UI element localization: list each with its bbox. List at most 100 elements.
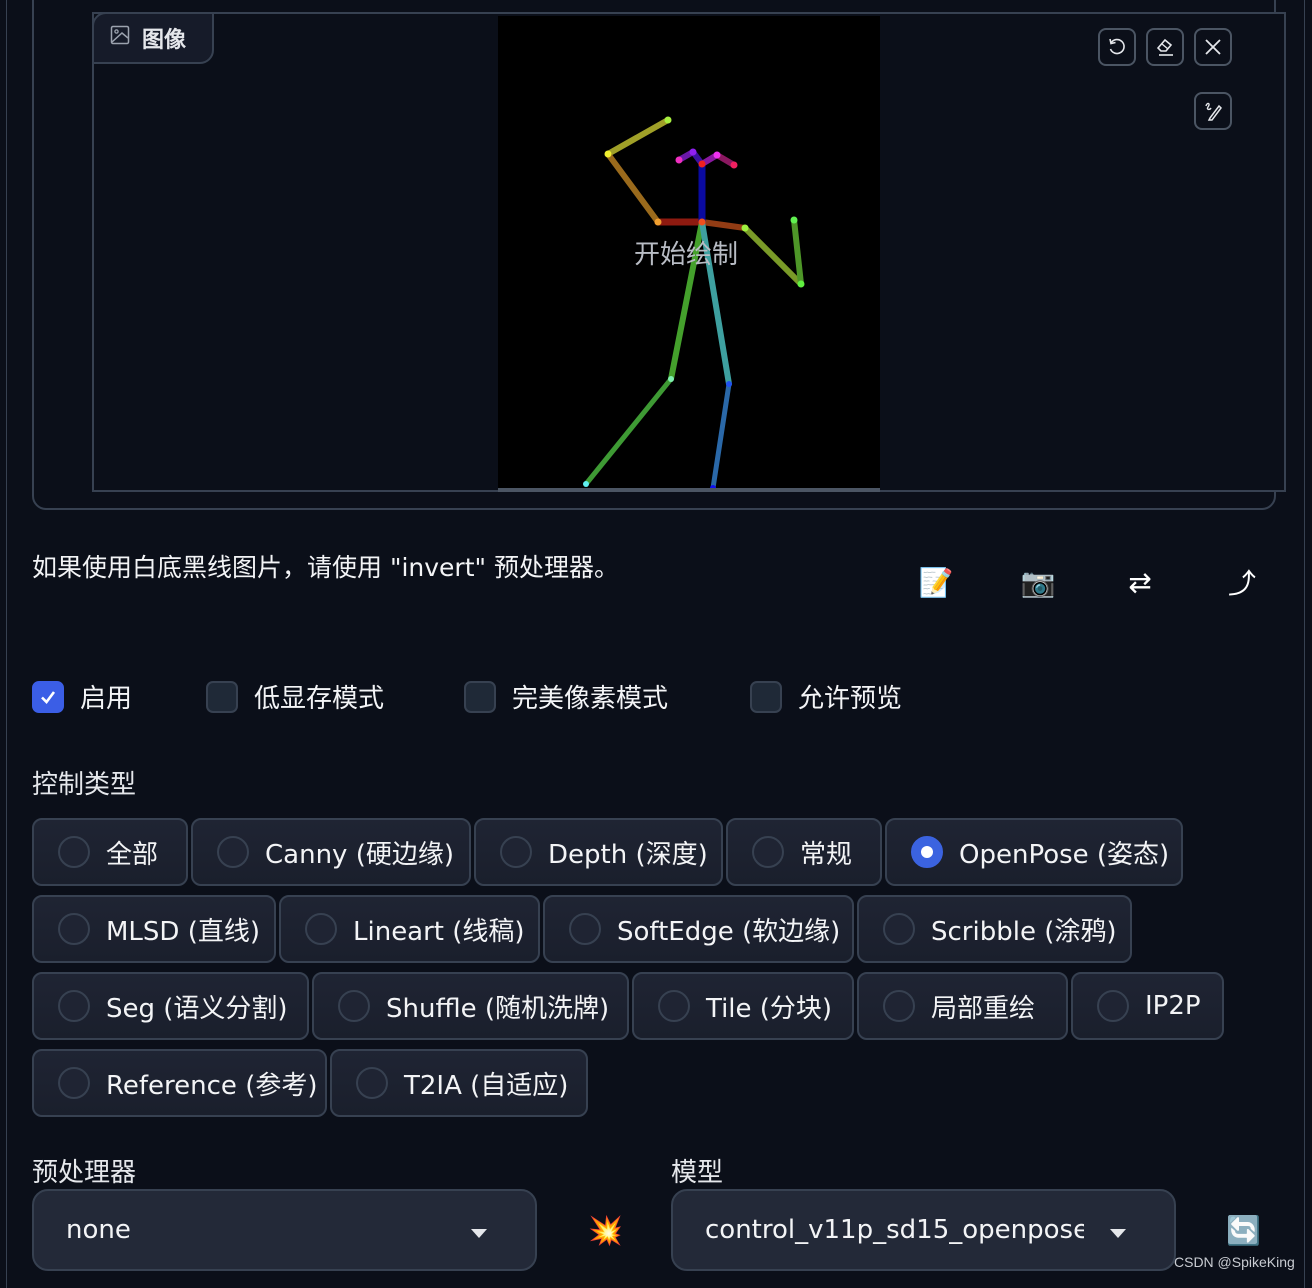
pixel-perfect-checkbox[interactable]: 完美像素模式	[464, 678, 668, 715]
radio-circle[interactable]	[217, 836, 249, 868]
model-value: control_v11p_sd15_openpose [ca	[705, 1215, 1084, 1245]
page-right-border	[1304, 0, 1305, 1288]
radio-label: 常规	[800, 839, 853, 870]
radio-circle[interactable]	[58, 990, 90, 1022]
checkbox-label: 允许预览	[798, 684, 903, 714]
preprocessor-dropdown[interactable]: none	[32, 1189, 537, 1271]
checkbox-box[interactable]	[206, 680, 238, 713]
control-type-option-scribble[interactable]: Scribble (涂鸦)	[857, 895, 1132, 963]
close-icon	[1205, 39, 1221, 55]
image-label-tab: 图像	[92, 12, 214, 64]
control-type-option-canny[interactable]: Canny (硬边缘)	[191, 818, 471, 886]
checkbox-box[interactable]	[750, 680, 782, 713]
radio-label: 全部	[106, 839, 159, 870]
canvas-bottom-edge	[498, 488, 880, 492]
model-dropdown[interactable]: control_v11p_sd15_openpose [ca	[671, 1189, 1176, 1271]
limb-left-shin	[710, 381, 732, 490]
image-canvas-frame[interactable]: 图像 开始绘制	[92, 12, 1286, 492]
radio-label: OpenPose (姿态)	[959, 839, 1170, 870]
radio-circle[interactable]	[58, 1067, 90, 1099]
run-preprocessor-button[interactable]: 💥	[588, 1214, 623, 1247]
radio-circle[interactable]	[658, 990, 690, 1022]
memo-icon: 📝	[918, 565, 954, 599]
image-icon	[110, 25, 130, 51]
radio-circle[interactable]	[58, 913, 90, 945]
control-type-option-openpose[interactable]: OpenPose (姿态)	[885, 818, 1183, 886]
joint-left-knee	[726, 381, 732, 387]
chevron-down-icon	[471, 1229, 487, 1238]
joint-neck	[698, 218, 706, 226]
radio-label: Canny (硬边缘)	[265, 839, 454, 870]
control-type-option-t2ia[interactable]: T2IA (自适应)	[330, 1049, 588, 1117]
checkbox-box[interactable]	[464, 680, 496, 713]
open-new-canvas-button[interactable]: 📝	[916, 562, 956, 602]
radio-circle-selected[interactable]	[911, 836, 943, 868]
radio-circle[interactable]	[883, 913, 915, 945]
radio-circle[interactable]	[58, 836, 90, 868]
joint-right-knee	[668, 376, 674, 382]
radio-circle[interactable]	[338, 990, 370, 1022]
joint-nose	[698, 160, 706, 168]
control-type-option-ip2p[interactable]: IP2P	[1071, 972, 1224, 1040]
radio-label: Tile (分块)	[706, 993, 833, 1024]
joint-left-eye	[713, 151, 721, 159]
joint-right-elbow	[604, 150, 612, 158]
control-type-label: 控制类型	[32, 770, 137, 800]
control-type-option-all[interactable]: 全部	[32, 818, 188, 886]
joint-left-elbow	[797, 280, 805, 288]
chevron-down-icon	[1110, 1229, 1126, 1238]
page-left-border	[6, 0, 7, 1288]
radio-circle[interactable]	[1097, 990, 1129, 1022]
close-button[interactable]	[1194, 28, 1232, 66]
webcam-button[interactable]: 📷	[1018, 562, 1058, 602]
joint-right-shoulder	[654, 218, 662, 226]
radio-label: Seg (语义分割)	[106, 993, 288, 1024]
swap-dimensions-button[interactable]: ⇄	[1120, 562, 1160, 602]
model-label: 模型	[671, 1158, 724, 1188]
radio-circle[interactable]	[883, 990, 915, 1022]
watermark: CSDN @SpikeKing	[1174, 1254, 1295, 1270]
control-type-option-softedge[interactable]: SoftEdge (软边缘)	[543, 895, 854, 963]
radio-circle[interactable]	[569, 913, 601, 945]
joint-right-ear	[675, 156, 683, 164]
checkbox-box[interactable]	[32, 680, 64, 713]
control-type-option-depth[interactable]: Depth (深度)	[474, 818, 723, 886]
enable-checkbox[interactable]: 启用	[32, 678, 132, 715]
radio-label: SoftEdge (软边缘)	[617, 916, 841, 947]
control-type-option-reference[interactable]: Reference (参考)	[32, 1049, 327, 1117]
send-dimensions-button[interactable]: ⤴	[1222, 562, 1262, 602]
control-type-option-inpaint[interactable]: 局部重绘	[857, 972, 1068, 1040]
image-label-text: 图像	[142, 28, 187, 53]
radio-circle[interactable]	[305, 913, 337, 945]
radio-label: Lineart (线稿)	[353, 916, 525, 947]
radio-label: T2IA (自适应)	[404, 1070, 569, 1101]
brush-icon	[1205, 102, 1222, 121]
checkbox-label: 低显存模式	[254, 684, 385, 714]
image-input-block: 图像 开始绘制	[32, 0, 1286, 510]
undo-button[interactable]	[1098, 28, 1136, 66]
limb-right-shin	[583, 376, 674, 487]
limb-right-forearm	[605, 117, 671, 157]
limb-left-shoulder	[699, 219, 748, 231]
low-vram-checkbox[interactable]: 低显存模式	[206, 678, 384, 715]
control-type-option-seg[interactable]: Seg (语义分割)	[32, 972, 309, 1040]
swap-arrows-icon: ⇄	[1128, 565, 1152, 599]
control-type-option-mlsd[interactable]: MLSD (直线)	[32, 895, 276, 963]
brush-button[interactable]	[1194, 92, 1232, 130]
limb-right-upper-arm	[605, 151, 661, 225]
radio-circle[interactable]	[356, 1067, 388, 1099]
joint-left-wrist	[790, 216, 798, 224]
control-type-option-lineart[interactable]: Lineart (线稿)	[279, 895, 540, 963]
undo-icon	[1109, 38, 1125, 55]
refresh-models-button[interactable]: 🔄	[1226, 1214, 1261, 1247]
radio-circle[interactable]	[500, 836, 532, 868]
allow-preview-checkbox[interactable]: 允许预览	[750, 678, 902, 715]
control-type-option-shuffle[interactable]: Shuffle (随机洗牌)	[312, 972, 629, 1040]
radio-label: MLSD (直线)	[106, 916, 260, 947]
control-type-option-tile[interactable]: Tile (分块)	[632, 972, 854, 1040]
radio-circle[interactable]	[752, 836, 784, 868]
control-type-option-normal[interactable]: 常规	[726, 818, 882, 886]
invert-hint: 如果使用白底黑线图片，请使用 "invert" 预处理器。	[32, 553, 619, 582]
erase-button[interactable]	[1146, 28, 1184, 66]
checkbox-label: 启用	[80, 684, 133, 714]
